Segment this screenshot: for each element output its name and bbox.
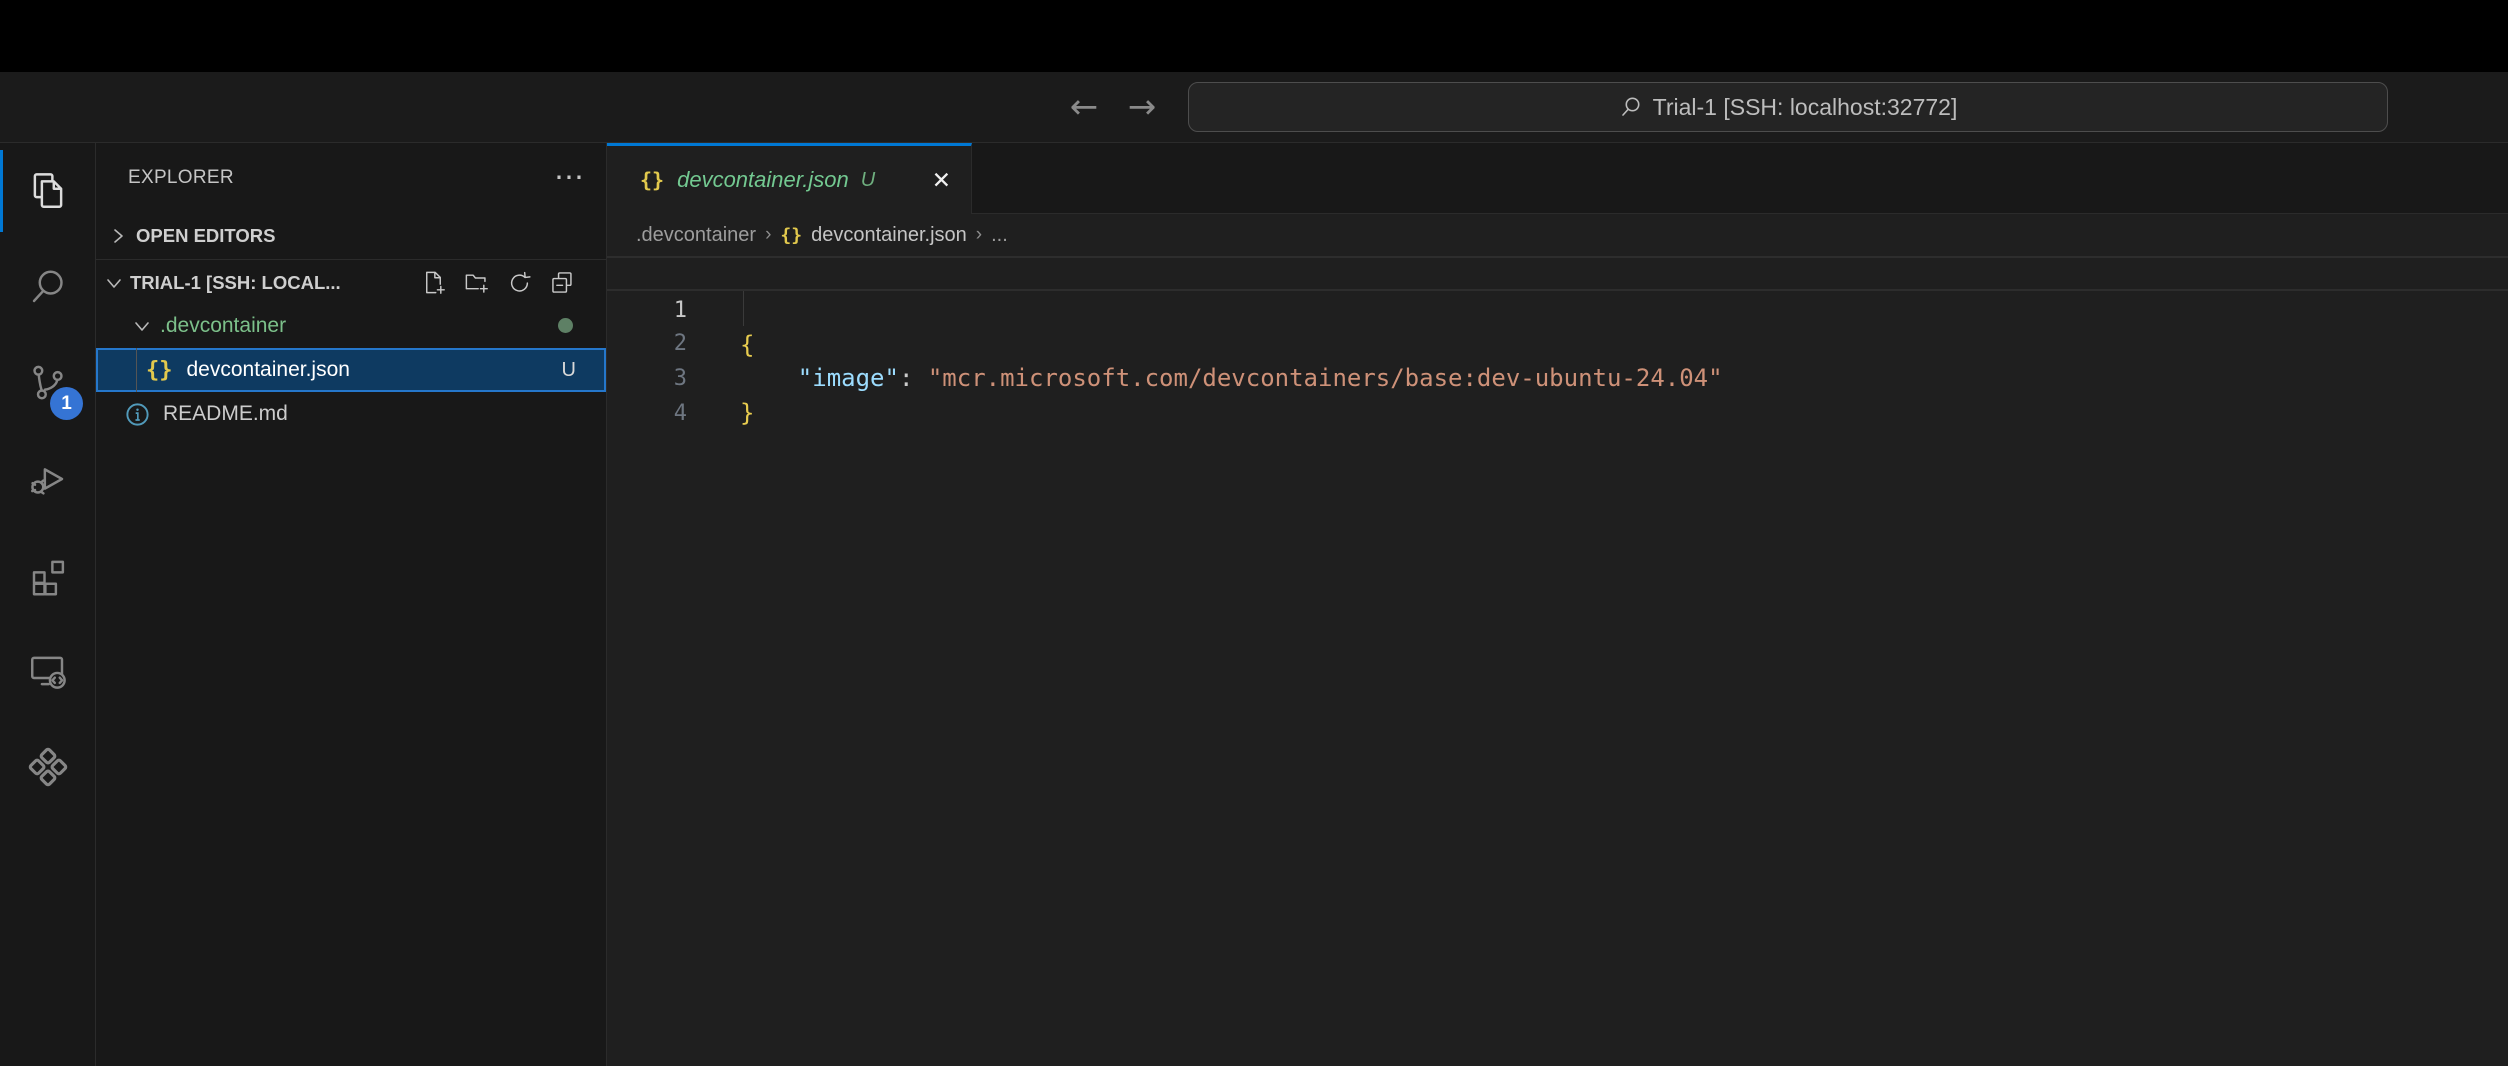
chevron-separator-icon: ›	[976, 224, 982, 246]
collapse-all-icon	[549, 269, 576, 296]
activity-explorer-button[interactable]	[0, 143, 95, 239]
file-label: devcontainer.json	[187, 358, 350, 382]
sidebar-header: EXPLORER ⋯	[96, 143, 606, 212]
json-file-icon: {}	[146, 358, 173, 383]
tab-bar: {} devcontainer.json U ✕	[607, 143, 2508, 214]
breadcrumb-file[interactable]: devcontainer.json	[811, 224, 967, 247]
tree-item-devcontainer-folder[interactable]: .devcontainer	[96, 304, 606, 348]
activity-bottom-panel-button[interactable]	[0, 719, 95, 815]
diamond-grid-icon	[27, 746, 69, 788]
file-label: README.md	[163, 402, 288, 426]
activity-bar: 1	[0, 143, 96, 1066]
code-line: 2 "image": "mcr.microsoft.com/devcontain…	[607, 291, 2508, 326]
workspace-label: TRIAL-1 [SSH: LOCAL...	[130, 272, 341, 294]
code-line: 3 }	[607, 326, 2508, 361]
tab-devcontainer-json[interactable]: {} devcontainer.json U ✕	[607, 143, 972, 214]
title-bar: ← → Trial-1 [SSH: localhost:32772]	[0, 72, 2508, 143]
chevron-down-icon	[132, 316, 152, 336]
workbench: 1	[0, 143, 2508, 1066]
code-line: 4	[607, 361, 2508, 396]
new-file-icon	[420, 269, 447, 296]
remote-explorer-icon	[27, 650, 69, 692]
command-center-label: Trial-1 [SSH: localhost:32772]	[1653, 94, 1958, 121]
nav-forward-button[interactable]: →	[1116, 72, 1168, 142]
activity-run-debug-button[interactable]	[0, 431, 95, 527]
sidebar-title: EXPLORER	[128, 167, 234, 189]
new-folder-icon	[463, 269, 490, 296]
tab-label: devcontainer.json	[677, 167, 849, 193]
chevron-right-icon	[108, 226, 128, 246]
code-line: 1 {	[607, 256, 2508, 291]
new-folder-button[interactable]	[462, 269, 490, 297]
json-file-icon: {}	[640, 168, 664, 192]
activity-source-control-button[interactable]: 1	[0, 335, 95, 431]
markdown-info-icon	[124, 401, 151, 428]
refresh-button[interactable]	[505, 269, 533, 297]
line-number: 4	[607, 396, 687, 431]
activity-remote-explorer-button[interactable]	[0, 623, 95, 719]
code-editor[interactable]: 1 { 2 "image": "mcr.microsoft.com/devcon…	[607, 256, 2508, 1066]
breadcrumb-folder[interactable]: .devcontainer	[636, 224, 756, 247]
editor-group: {} devcontainer.json U ✕ .devcontainer ›…	[607, 143, 2508, 1066]
folder-label: .devcontainer	[160, 314, 286, 338]
tree-item-readme-md[interactable]: README.md	[96, 392, 606, 436]
tree-indent-guide	[136, 348, 137, 392]
tree-item-devcontainer-json[interactable]: {} devcontainer.json U	[96, 348, 606, 392]
tab-git-untracked-badge: U	[861, 169, 875, 192]
source-control-badge: 1	[50, 387, 83, 420]
workspace-section-header[interactable]: TRIAL-1 [SSH: LOCAL...	[96, 261, 606, 304]
search-icon	[27, 266, 69, 308]
open-editors-section-header[interactable]: OPEN EDITORS	[96, 212, 606, 260]
chevron-separator-icon: ›	[765, 224, 771, 246]
sidebar-more-actions-button[interactable]: ⋯	[554, 143, 584, 212]
new-file-button[interactable]	[419, 269, 447, 297]
breadcrumb-symbol[interactable]: ...	[991, 224, 1008, 247]
explorer-sidebar: EXPLORER ⋯ OPEN EDITORS TRIAL-1 [SSH: LO…	[96, 143, 607, 1066]
nav-back-button[interactable]: ←	[1058, 72, 1110, 142]
vscode-window: ← → Trial-1 [SSH: localhost:32772]	[0, 0, 2508, 1066]
breadcrumb: .devcontainer › {} devcontainer.json › .…	[607, 214, 2508, 256]
tab-close-button[interactable]: ✕	[930, 167, 953, 194]
code-indent-guide	[743, 291, 744, 326]
json-file-icon: {}	[780, 225, 802, 246]
files-icon	[27, 170, 69, 212]
activity-search-button[interactable]	[0, 239, 95, 335]
command-center[interactable]: Trial-1 [SSH: localhost:32772]	[1188, 82, 2388, 132]
screen-top-strip	[0, 0, 2508, 72]
extensions-icon	[27, 554, 69, 596]
activity-extensions-button[interactable]	[0, 527, 95, 623]
workspace-actions	[419, 269, 606, 297]
refresh-icon	[506, 269, 533, 296]
code-token: }	[740, 399, 754, 427]
git-untracked-badge: U	[562, 359, 576, 382]
git-modified-dot-icon	[558, 318, 573, 333]
collapse-all-button[interactable]	[548, 269, 576, 297]
search-icon	[1619, 95, 1643, 119]
chevron-down-icon	[104, 273, 124, 293]
open-editors-label: OPEN EDITORS	[136, 225, 275, 247]
debug-icon	[27, 458, 69, 500]
